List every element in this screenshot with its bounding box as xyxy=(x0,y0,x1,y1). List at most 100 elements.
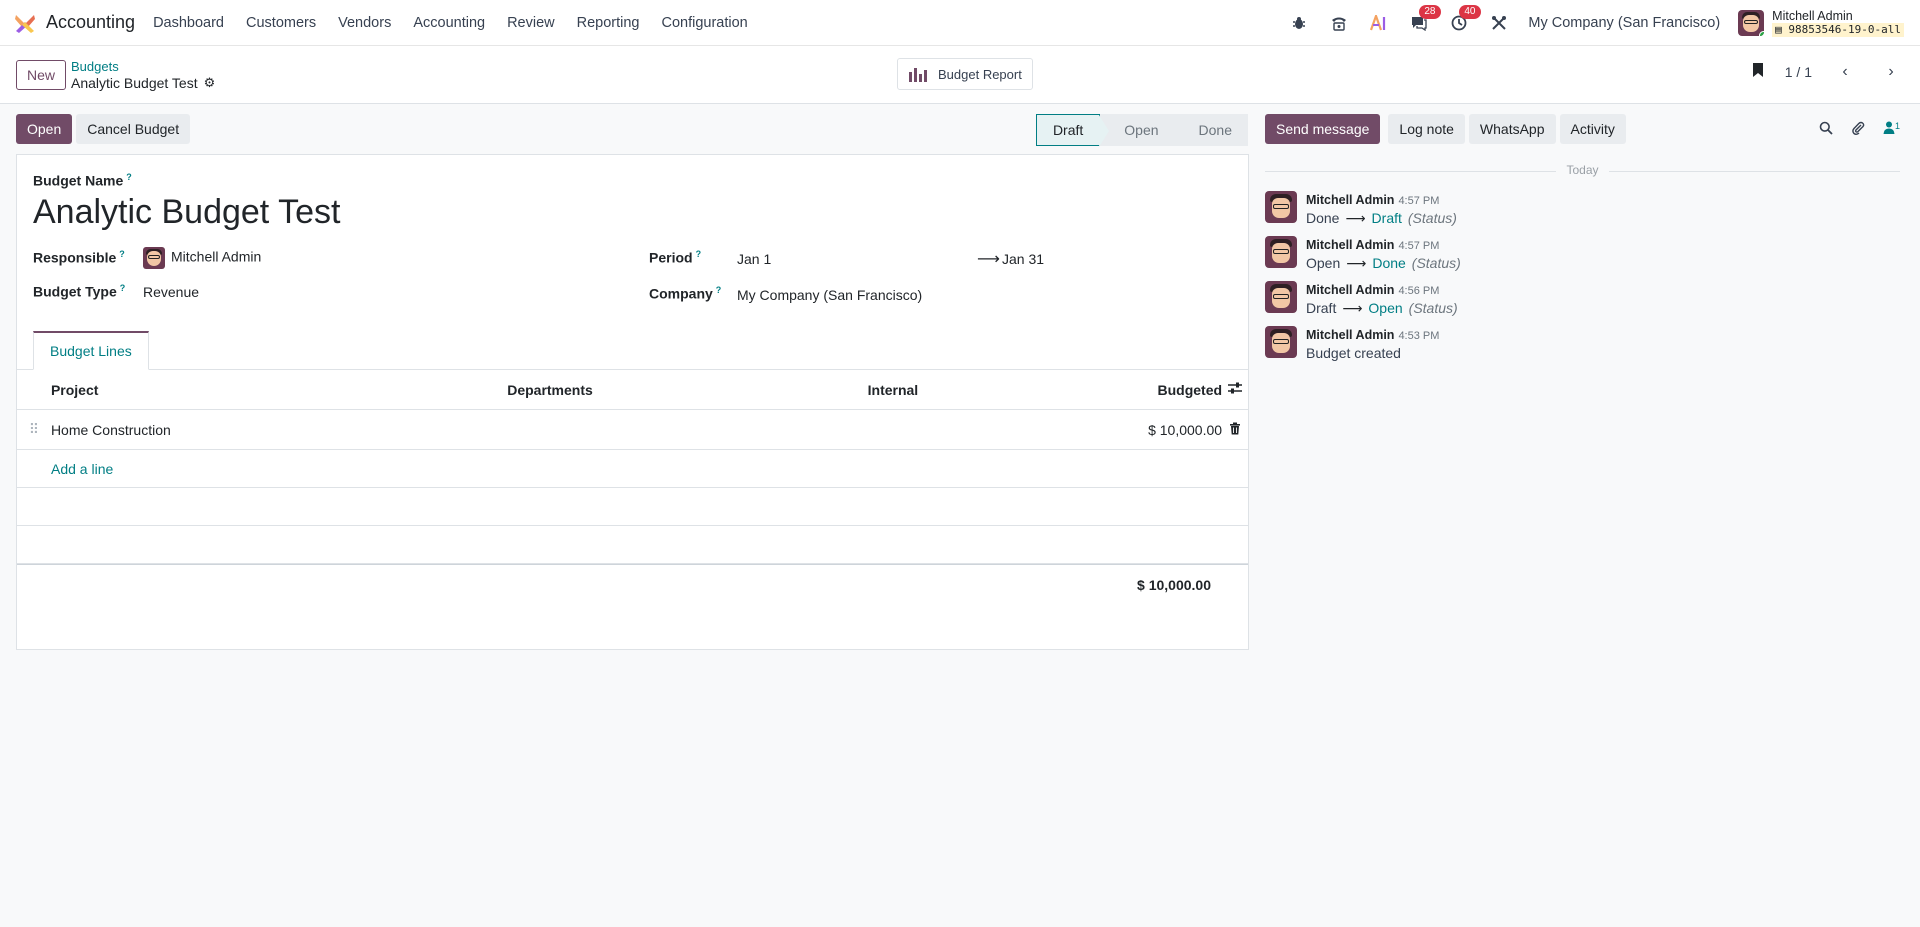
message-avatar[interactable] xyxy=(1265,326,1297,358)
activities-badge: 40 xyxy=(1459,4,1481,19)
search-icon[interactable] xyxy=(1819,121,1833,138)
accounting-app-icon[interactable] xyxy=(14,12,36,34)
nav-configuration[interactable]: Configuration xyxy=(662,15,748,31)
pager-value[interactable]: 1 / 1 xyxy=(1785,64,1812,80)
breadcrumb: Budgets Analytic Budget Test ⚙ xyxy=(71,59,215,91)
help-icon[interactable]: ? xyxy=(716,285,722,295)
send-message-button[interactable]: Send message xyxy=(1265,114,1381,144)
message-time: 4:53 PM xyxy=(1398,330,1440,342)
main-navbar: Accounting Dashboard Customers Vendors A… xyxy=(0,0,1920,46)
activity-button[interactable]: Activity xyxy=(1559,114,1626,144)
message-avatar[interactable] xyxy=(1265,191,1297,223)
status-stages: Draft Open Done xyxy=(1035,114,1248,147)
column-budgeted[interactable]: Budgeted xyxy=(1117,382,1222,398)
nav-dashboard[interactable]: Dashboard xyxy=(153,15,224,31)
phone-icon[interactable] xyxy=(1328,12,1350,34)
budget-name-field[interactable]: Analytic Budget Test xyxy=(33,193,340,232)
message-author[interactable]: Mitchell Admin xyxy=(1306,328,1394,342)
log-note-button[interactable]: Log note xyxy=(1388,114,1465,144)
paperclip-icon[interactable] xyxy=(1851,120,1865,139)
help-icon[interactable]: ? xyxy=(120,283,126,293)
nav-review[interactable]: Review xyxy=(507,15,555,31)
line-budgeted[interactable]: $ 10,000.00 xyxy=(1117,422,1222,438)
message-avatar[interactable] xyxy=(1265,281,1297,313)
arrow-right-icon: ⟶ xyxy=(977,251,1000,268)
budget-type-label: Budget Type? xyxy=(33,283,126,300)
company-field[interactable]: My Company (San Francisco) xyxy=(737,287,922,303)
app-name[interactable]: Accounting xyxy=(46,12,135,33)
cancel-budget-button[interactable]: Cancel Budget xyxy=(76,114,191,144)
help-icon[interactable]: ? xyxy=(119,249,125,259)
optional-columns-icon[interactable] xyxy=(1222,381,1248,398)
gear-icon[interactable]: ⚙ xyxy=(204,75,216,91)
message-avatar[interactable] xyxy=(1265,236,1297,268)
list-item: Mitchell Admin 4:53 PM Budget created xyxy=(1265,326,1900,361)
message-time: 4:57 PM xyxy=(1398,195,1440,207)
message-time: 4:57 PM xyxy=(1398,240,1440,252)
bar-chart-icon xyxy=(909,68,927,82)
budget-report-button[interactable]: Budget Report xyxy=(897,58,1033,90)
user-avatar xyxy=(1738,9,1765,36)
control-panel: New Budgets Analytic Budget Test ⚙ Budge… xyxy=(0,46,1920,104)
arrow-right-icon: ⟶ xyxy=(1342,300,1363,316)
budget-name-label: Budget Name? xyxy=(33,172,132,189)
column-internal[interactable]: Internal xyxy=(868,382,1118,398)
nav-customers[interactable]: Customers xyxy=(246,15,316,31)
table-row[interactable]: ⠿ Home Construction $ 10,000.00 xyxy=(17,410,1248,450)
nav-reporting[interactable]: Reporting xyxy=(577,15,640,31)
period-start-field[interactable]: Jan 1 xyxy=(737,251,771,267)
pager-next-icon[interactable]: › xyxy=(1878,63,1904,81)
open-button[interactable]: Open xyxy=(16,114,73,144)
stage-open[interactable]: Open xyxy=(1100,114,1185,146)
empty-row xyxy=(17,488,1248,526)
whatsapp-button[interactable]: WhatsApp xyxy=(1468,114,1556,144)
responsible-field[interactable]: Mitchell Admin xyxy=(143,247,261,269)
add-line-link[interactable]: Add a line xyxy=(51,461,113,477)
date-separator: Today xyxy=(1265,163,1900,179)
column-departments[interactable]: Departments xyxy=(507,382,867,398)
form-view: Open Cancel Budget Draft Open Done Budge… xyxy=(0,104,1249,650)
user-icon xyxy=(1883,121,1895,135)
breadcrumb-current: Analytic Budget Test xyxy=(71,74,198,91)
bug-icon[interactable] xyxy=(1288,12,1310,34)
period-label: Period? xyxy=(649,249,702,266)
online-status-dot xyxy=(1759,30,1765,36)
status-bar: Open Cancel Budget Draft Open Done xyxy=(16,104,1248,154)
breadcrumb-budgets[interactable]: Budgets xyxy=(71,59,215,75)
message-author[interactable]: Mitchell Admin xyxy=(1306,283,1394,297)
company-switcher[interactable]: My Company (San Francisco) xyxy=(1528,15,1720,31)
ai-icon[interactable] xyxy=(1368,12,1390,34)
stage-done[interactable]: Done xyxy=(1174,114,1248,146)
help-icon[interactable]: ? xyxy=(126,172,132,182)
trash-icon[interactable] xyxy=(1222,422,1248,438)
drag-handle-icon[interactable]: ⠿ xyxy=(17,421,51,438)
message-author[interactable]: Mitchell Admin xyxy=(1306,193,1394,207)
new-button[interactable]: New xyxy=(16,59,67,90)
arrow-right-icon: ⟶ xyxy=(1346,255,1367,271)
bookmark-icon[interactable] xyxy=(1751,62,1765,81)
message-author[interactable]: Mitchell Admin xyxy=(1306,238,1394,252)
line-project[interactable]: Home Construction xyxy=(51,422,507,438)
tab-budget-lines[interactable]: Budget Lines xyxy=(33,331,149,370)
tools-icon[interactable] xyxy=(1488,12,1510,34)
nav-vendors[interactable]: Vendors xyxy=(338,15,391,31)
help-icon[interactable]: ? xyxy=(696,249,702,259)
followers-button[interactable]: 1 xyxy=(1883,121,1900,138)
total-budgeted: $ 10,000.00 xyxy=(17,564,1248,604)
column-project[interactable]: Project xyxy=(51,382,507,398)
messages-icon[interactable]: 28 xyxy=(1408,4,1441,34)
budget-lines-table: Project Departments Internal Budgeted ⠿ … xyxy=(17,370,1248,604)
user-menu[interactable]: Mitchell Admin ▤ 98853546-19-0-all xyxy=(1738,9,1904,37)
activity-clock-icon[interactable]: 40 xyxy=(1448,4,1481,34)
arrow-right-icon: ⟶ xyxy=(1345,210,1366,226)
responsible-label: Responsible? xyxy=(33,249,125,266)
pager: 1 / 1 ‹ › xyxy=(1751,62,1904,81)
systray: 28 40 My Company (San Francisco) Mitchel… xyxy=(1288,4,1904,37)
stage-draft[interactable]: Draft xyxy=(1035,114,1110,147)
company-label: Company? xyxy=(649,285,722,302)
period-end-field[interactable]: Jan 31 xyxy=(1002,251,1044,267)
nav-accounting[interactable]: Accounting xyxy=(413,15,485,31)
budget-type-field[interactable]: Revenue xyxy=(143,284,199,300)
add-line-row: Add a line xyxy=(17,450,1248,488)
pager-previous-icon[interactable]: ‹ xyxy=(1832,63,1858,81)
